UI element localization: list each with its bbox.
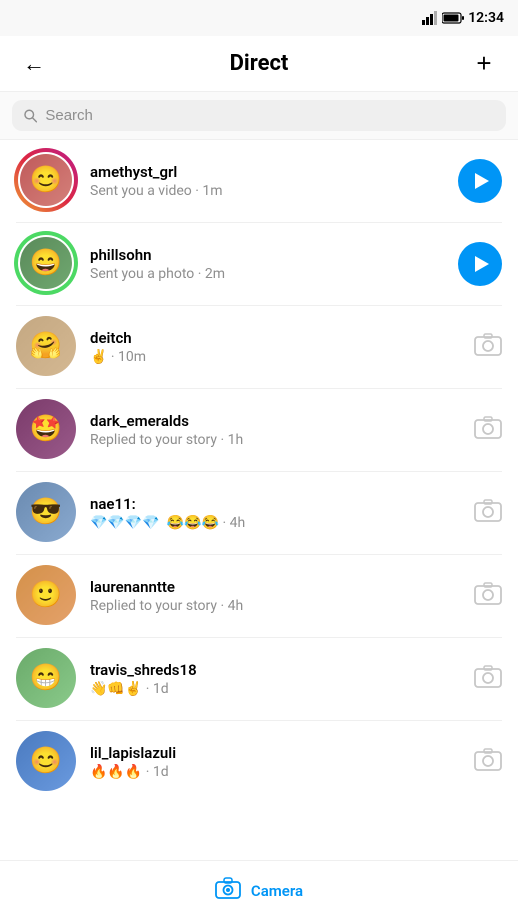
camera-nav-label: Camera xyxy=(251,882,303,900)
username: laurenanntte xyxy=(90,578,464,596)
search-icon xyxy=(24,109,37,123)
search-input-wrap xyxy=(12,100,506,131)
back-button[interactable]: ← xyxy=(16,46,52,82)
message-preview: Replied to your story · 4h xyxy=(90,598,464,614)
header: ← Direct + xyxy=(0,36,518,92)
avatar: 😊 xyxy=(16,150,78,212)
message-content: travis_shreds18 👋👊✌️ · 1d xyxy=(90,661,464,697)
username: lil_lapislazuli xyxy=(90,744,464,762)
avatar: 😊 xyxy=(16,731,78,793)
message-content: laurenanntte Replied to your story · 4h xyxy=(90,578,464,614)
list-item[interactable]: 😁 travis_shreds18 👋👊✌️ · 1d xyxy=(0,638,518,720)
avatar: 😄 xyxy=(16,233,78,295)
message-preview: ✌️ · 10m xyxy=(90,349,464,365)
list-item[interactable]: 🙂 laurenanntte Replied to your story · 4… xyxy=(0,555,518,637)
camera-button[interactable] xyxy=(474,416,502,444)
list-item[interactable]: 😊 amethyst_grl Sent you a video · 1m xyxy=(0,140,518,222)
message-content: amethyst_grl Sent you a video · 1m xyxy=(90,163,448,199)
play-button[interactable] xyxy=(458,242,502,286)
camera-nav-icon xyxy=(215,877,241,905)
message-preview: Sent you a photo · 2m xyxy=(90,266,448,282)
status-bar: 12:34 xyxy=(0,0,518,36)
list-item[interactable]: 🤩 dark_emeralds Replied to your story · … xyxy=(0,389,518,471)
list-item[interactable]: 😄 phillsohn Sent you a photo · 2m xyxy=(0,223,518,305)
search-input[interactable] xyxy=(45,107,494,124)
camera-button[interactable] xyxy=(474,665,502,693)
page-title: Direct xyxy=(230,51,289,76)
username: phillsohn xyxy=(90,246,448,264)
username: dark_emeralds xyxy=(90,412,464,430)
message-preview: 💎💎💎💎 😂😂😂 · 4h xyxy=(90,515,464,531)
list-item[interactable]: 😎 nae11: 💎💎💎💎 😂😂😂 · 4h xyxy=(0,472,518,554)
search-bar xyxy=(0,92,518,140)
camera-button[interactable] xyxy=(474,748,502,776)
avatar: 😁 xyxy=(16,648,78,710)
avatar: 😎 xyxy=(16,482,78,544)
status-icons: 12:34 xyxy=(422,10,504,26)
camera-button[interactable] xyxy=(474,333,502,361)
username: deitch xyxy=(90,329,464,347)
list-item[interactable]: 🤗 deitch ✌️ · 10m xyxy=(0,306,518,388)
status-time: 12:34 xyxy=(468,10,504,26)
message-content: deitch ✌️ · 10m xyxy=(90,329,464,365)
add-button[interactable]: + xyxy=(466,46,502,82)
avatar: 🤗 xyxy=(16,316,78,378)
username: nae11: xyxy=(90,495,464,513)
message-content: nae11: 💎💎💎💎 😂😂😂 · 4h xyxy=(90,495,464,531)
message-content: dark_emeralds Replied to your story · 1h xyxy=(90,412,464,448)
avatar: 🤩 xyxy=(16,399,78,461)
message-content: phillsohn Sent you a photo · 2m xyxy=(90,246,448,282)
bottom-nav[interactable]: Camera xyxy=(0,860,518,920)
message-preview: 🔥🔥🔥 · 1d xyxy=(90,764,464,780)
list-item[interactable]: 😊 lil_lapislazuli 🔥🔥🔥 · 1d xyxy=(0,721,518,803)
camera-button[interactable] xyxy=(474,582,502,610)
play-button[interactable] xyxy=(458,159,502,203)
avatar: 🙂 xyxy=(16,565,78,627)
username: amethyst_grl xyxy=(90,163,448,181)
message-preview: 👋👊✌️ · 1d xyxy=(90,681,464,697)
signal-icon xyxy=(422,11,438,25)
message-content: lil_lapislazuli 🔥🔥🔥 · 1d xyxy=(90,744,464,780)
camera-button[interactable] xyxy=(474,499,502,527)
username: travis_shreds18 xyxy=(90,661,464,679)
message-list: 😊 amethyst_grl Sent you a video · 1m xyxy=(0,140,518,858)
message-preview: Sent you a video · 1m xyxy=(90,183,448,199)
message-preview: Replied to your story · 1h xyxy=(90,432,464,448)
battery-icon xyxy=(442,12,464,24)
